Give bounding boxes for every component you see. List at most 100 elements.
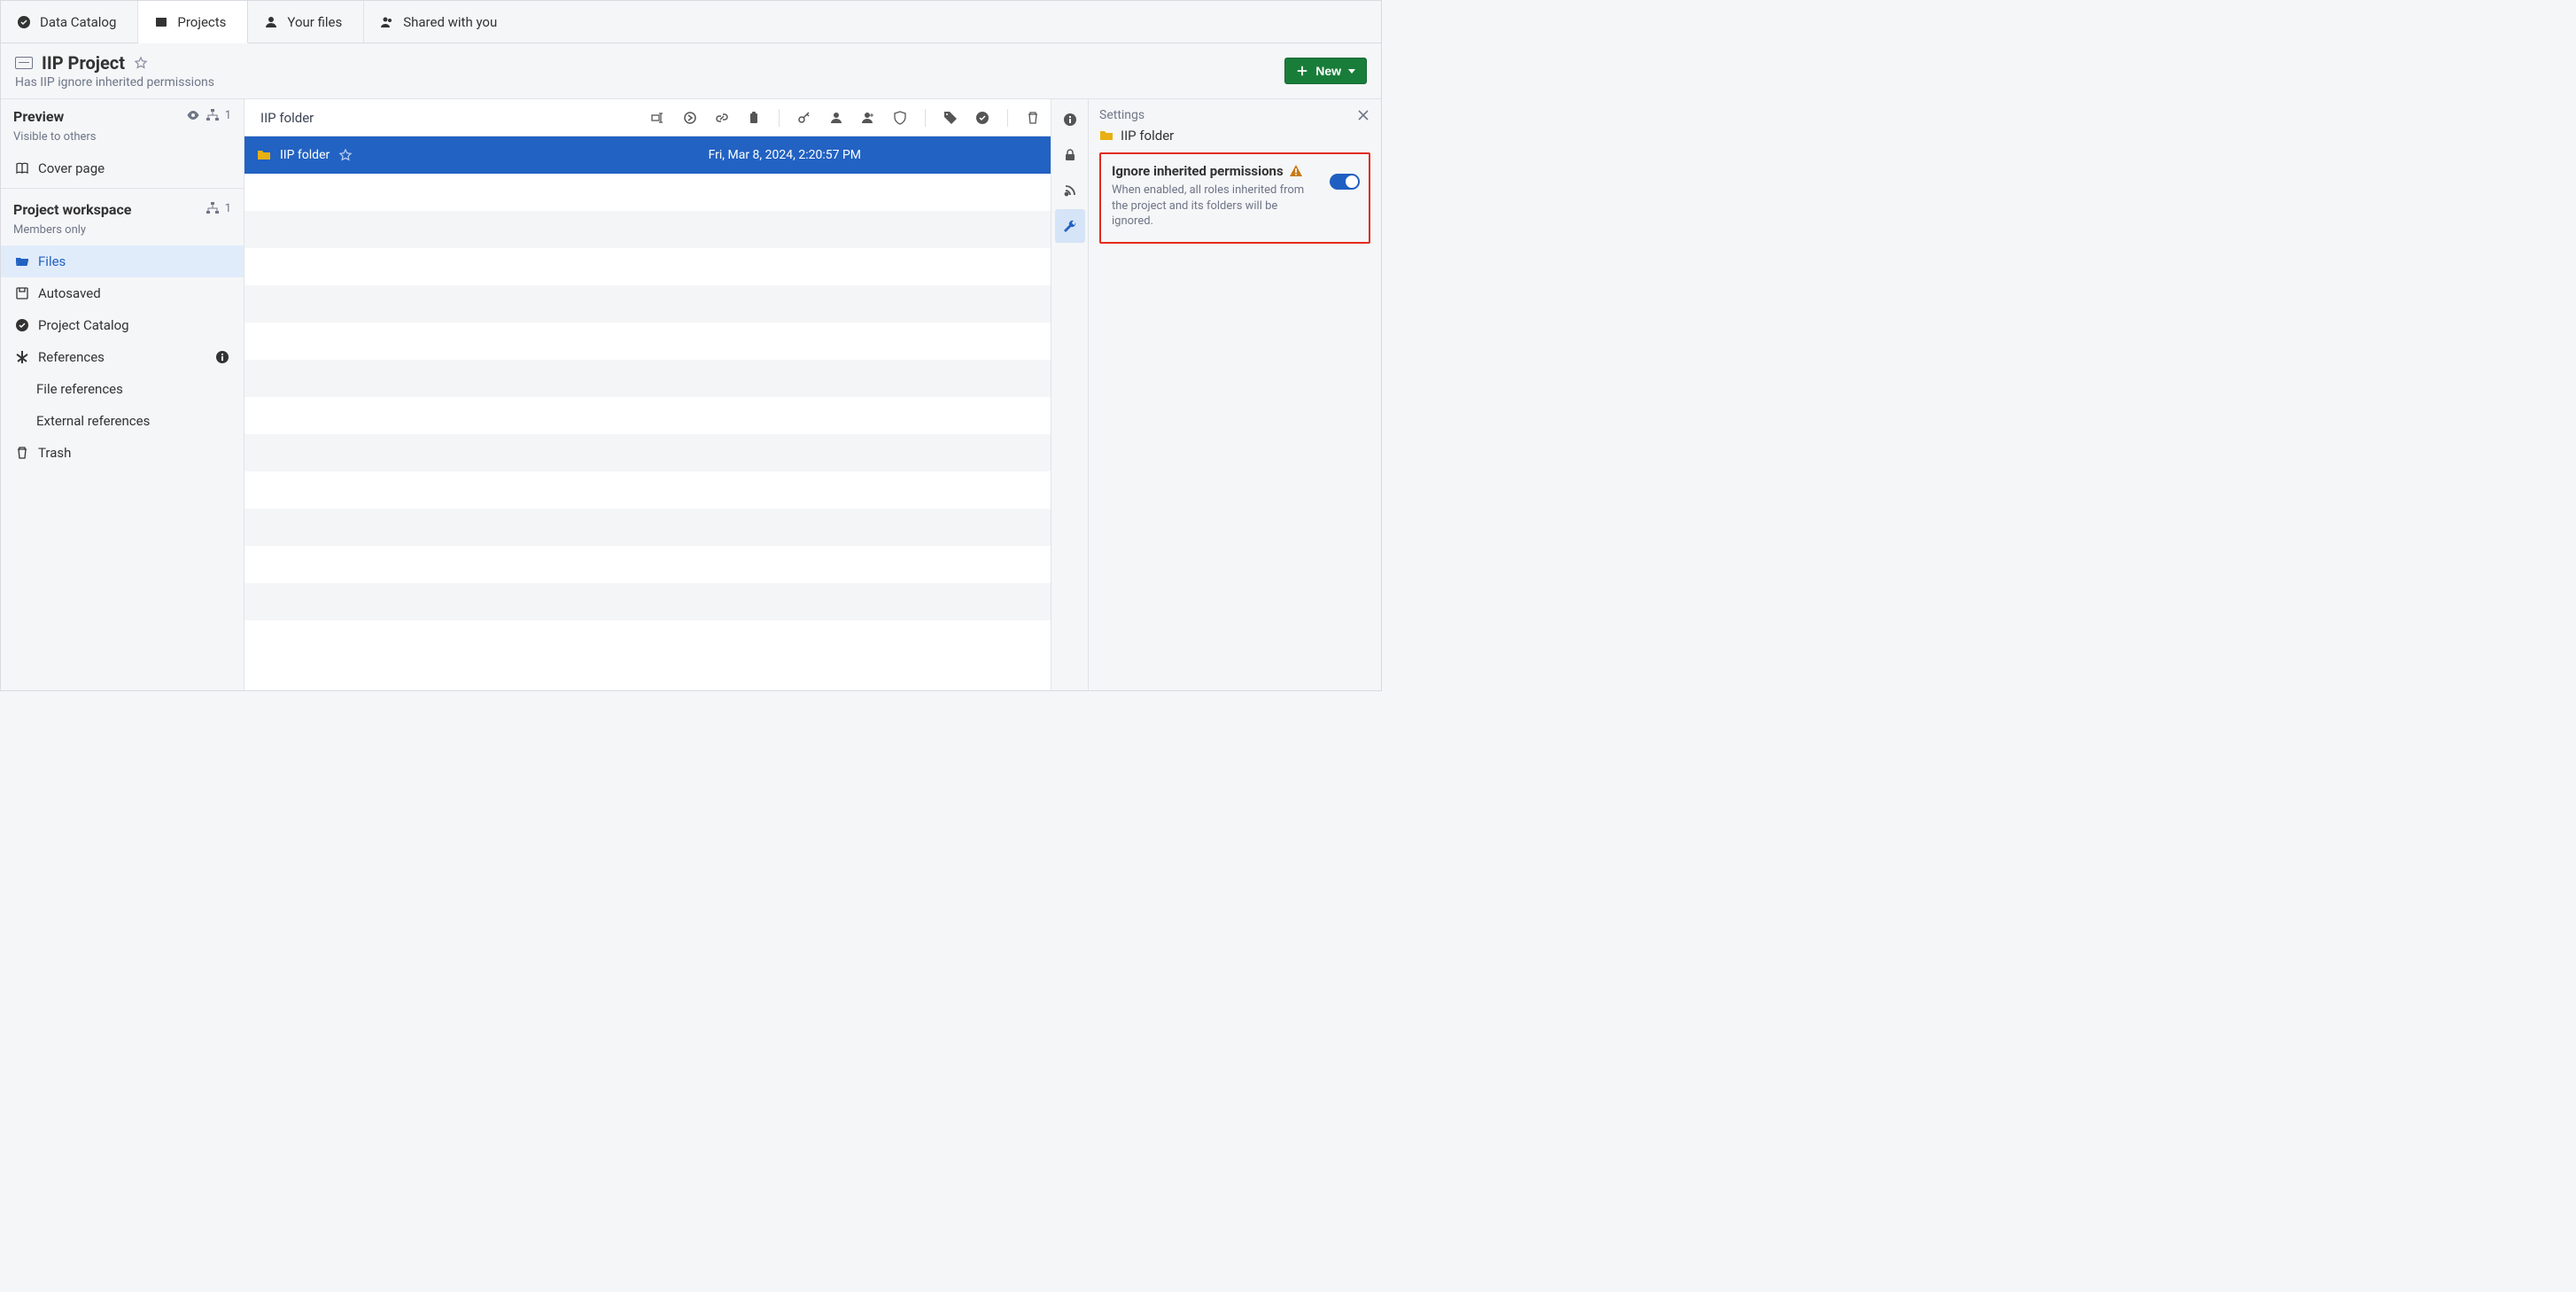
tab-label: Your files [287, 14, 342, 30]
details-rail [1051, 99, 1089, 690]
file-row-empty [244, 360, 1051, 397]
cover-page-label: Cover page [38, 160, 229, 176]
sidebar-item-trash[interactable]: Trash [1, 437, 244, 469]
rss-icon [1063, 183, 1077, 198]
divider [1, 188, 244, 189]
file-row-empty [244, 211, 1051, 248]
link-icon[interactable] [715, 111, 729, 125]
shield-icon[interactable] [893, 111, 907, 125]
check-badge-icon [15, 318, 29, 332]
sidebar-item-references[interactable]: References [1, 341, 244, 373]
sidebar-item-files[interactable]: Files [1, 245, 244, 277]
rename-icon[interactable] [651, 111, 665, 125]
book-icon [15, 161, 29, 175]
file-row-empty [244, 583, 1051, 620]
file-name: IIP folder [280, 148, 330, 162]
info-icon[interactable] [215, 350, 229, 364]
workspace-sub: Members only [1, 223, 244, 245]
add-user-icon[interactable] [861, 111, 875, 125]
folder-icon [1099, 128, 1113, 143]
tab-label: Shared with you [403, 14, 497, 30]
settings-folder: IIP folder [1099, 128, 1370, 144]
wrench-icon [1063, 219, 1077, 233]
move-icon[interactable] [683, 111, 697, 125]
eye-icon[interactable] [186, 108, 200, 122]
file-browser: IIP folder [244, 99, 1051, 690]
ext-refs-label: External references [36, 413, 229, 429]
sidebar-cover-page[interactable]: Cover page [1, 152, 244, 184]
project-icon [15, 57, 33, 69]
file-row-empty [244, 509, 1051, 546]
iip-description: When enabled, all roles inherited from t… [1112, 183, 1307, 230]
tab-label: Data Catalog [40, 14, 116, 30]
key-icon[interactable] [797, 111, 811, 125]
trash-icon[interactable] [1026, 111, 1040, 125]
star-icon[interactable] [338, 148, 353, 162]
file-row-empty [244, 546, 1051, 583]
clipboard-icon[interactable] [747, 111, 761, 125]
new-button-label: New [1315, 64, 1341, 78]
check-badge-icon [17, 15, 31, 29]
sidebar-preview-header: Preview 1 [1, 99, 244, 130]
tab-projects[interactable]: Projects [138, 1, 248, 43]
file-row-empty [244, 434, 1051, 471]
settings-heading: Settings [1099, 108, 1144, 122]
sidebar-item-file-references[interactable]: File references [1, 373, 244, 405]
page-subtitle: Has IIP ignore inherited permissions [15, 75, 214, 90]
org-icon[interactable] [206, 108, 220, 122]
warning-icon [1289, 164, 1303, 178]
top-nav: Data Catalog Projects Your files Shared … [1, 1, 1381, 43]
close-icon[interactable] [1356, 108, 1370, 122]
tab-data-catalog[interactable]: Data Catalog [1, 1, 138, 43]
file-toolbar: IIP folder [244, 99, 1051, 136]
tab-label: Projects [177, 14, 226, 30]
iip-title: Ignore inherited permissions [1112, 163, 1284, 179]
autosaved-label: Autosaved [38, 285, 229, 301]
sidebar: Preview 1 Visible to others Cover page P… [1, 99, 244, 690]
tab-your-files[interactable]: Your files [248, 1, 364, 43]
folder-icon [257, 148, 271, 162]
page-title: IIP Project [42, 52, 125, 74]
breadcrumb[interactable]: IIP folder [255, 110, 314, 126]
sidebar-item-autosaved[interactable]: Autosaved [1, 277, 244, 309]
references-label: References [38, 349, 206, 365]
lock-icon [1063, 148, 1077, 162]
app-root: Data Catalog Projects Your files Shared … [0, 0, 1382, 691]
separator [779, 109, 780, 127]
user-icon[interactable] [829, 111, 843, 125]
approve-icon[interactable] [975, 111, 989, 125]
org-icon[interactable] [206, 201, 220, 215]
plus-icon [1296, 65, 1308, 77]
tab-shared-with-you[interactable]: Shared with you [364, 1, 518, 43]
preview-sub: Visible to others [1, 130, 244, 152]
rail-info-button[interactable] [1055, 103, 1085, 136]
trash-label: Trash [38, 445, 229, 461]
settings-folder-name: IIP folder [1121, 128, 1174, 144]
ignore-inherited-permissions-box: Ignore inherited permissions When enable… [1099, 152, 1370, 244]
file-refs-label: File references [36, 381, 229, 397]
sidebar-item-external-references[interactable]: External references [1, 405, 244, 437]
trash-icon [15, 446, 29, 460]
sidebar-workspace-header: Project workspace 1 [1, 192, 244, 223]
rail-lock-button[interactable] [1055, 138, 1085, 172]
info-icon [1063, 113, 1077, 127]
workspace-label: Project workspace [13, 201, 131, 218]
files-label: Files [38, 253, 229, 269]
folder-open-icon [15, 254, 29, 269]
file-row-empty [244, 248, 1051, 285]
user-icon [264, 15, 278, 29]
iip-toggle[interactable] [1330, 174, 1360, 190]
star-icon[interactable] [134, 56, 148, 70]
tag-icon[interactable] [943, 111, 958, 125]
sidebar-item-project-catalog[interactable]: Project Catalog [1, 309, 244, 341]
preview-label: Preview [13, 108, 64, 125]
rail-settings-button[interactable] [1055, 209, 1085, 243]
save-icon [15, 286, 29, 300]
chevron-down-icon [1348, 69, 1355, 74]
main-layout: Preview 1 Visible to others Cover page P… [1, 99, 1381, 690]
file-row[interactable]: IIP folder Fri, Mar 8, 2024, 2:20:57 PM [244, 136, 1051, 174]
rail-feed-button[interactable] [1055, 174, 1085, 207]
file-list: IIP folder Fri, Mar 8, 2024, 2:20:57 PM [244, 136, 1051, 690]
new-button[interactable]: New [1284, 58, 1367, 84]
asterisk-icon [15, 350, 29, 364]
